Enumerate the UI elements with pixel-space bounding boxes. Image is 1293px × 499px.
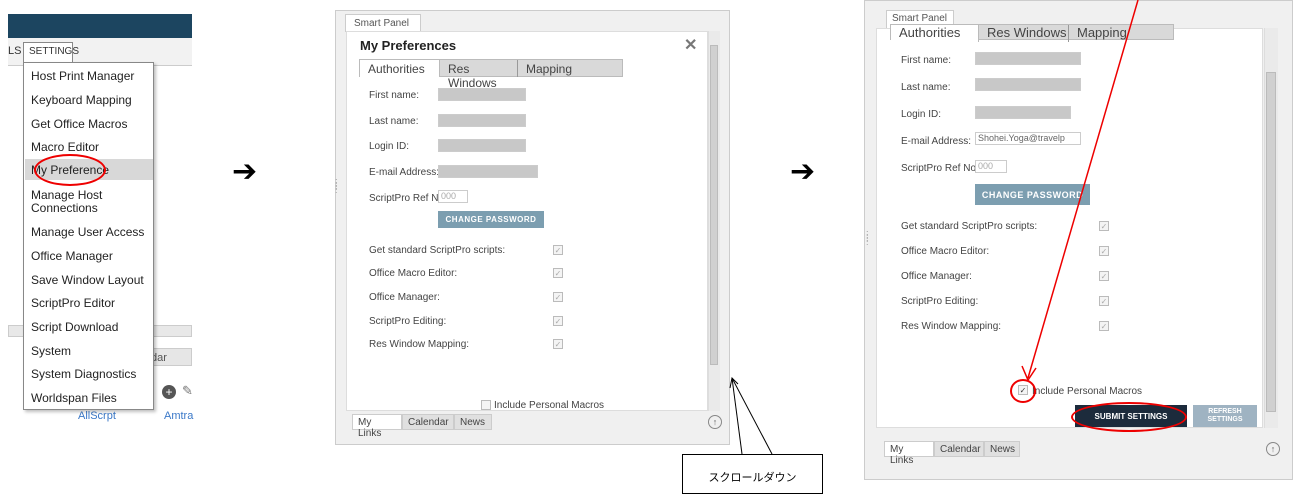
label-get-standard-scripts: Get standard ScriptPro scripts: [901, 221, 1038, 232]
scriptpro-ref-field[interactable]: 000 [438, 190, 468, 203]
scriptpro-ref-field[interactable]: 000 [975, 160, 1007, 173]
grip-handle-icon[interactable]: :::: [866, 229, 876, 272]
app-header [8, 14, 192, 38]
menu-item-manage-host-connections[interactable]: Manage Host Connections [31, 189, 102, 215]
tools-menu-fragment[interactable]: LS [8, 45, 21, 57]
change-password-button[interactable]: CHANGE PASSWORD [438, 211, 544, 228]
close-icon[interactable]: ✕ [684, 35, 697, 55]
settings-menu[interactable]: SETTINGS [23, 42, 79, 62]
checkbox-office-manager[interactable]: ✓ [553, 292, 563, 302]
label-get-standard-scripts: Get standard ScriptPro scripts: [369, 245, 506, 256]
help-icon[interactable]: ↑ [1266, 442, 1280, 456]
menu-item-host-print-manager[interactable]: Host Print Manager [31, 70, 134, 83]
checkbox-get-standard-scripts[interactable]: ✓ [553, 245, 563, 255]
grip-handle-icon[interactable]: :::: [335, 177, 345, 240]
label-email: E-mail Address: [901, 136, 972, 147]
label-scriptpro-ref: ScriptPro Ref No: [901, 163, 979, 174]
label-res-window-mapping: Res Window Mapping: [901, 321, 1002, 332]
email-field[interactable] [438, 165, 538, 178]
tab-calendar[interactable]: Calendar [934, 441, 984, 457]
label-office-macro-editor: Office Macro Editor: [901, 246, 990, 257]
checkbox-scriptpro-editing[interactable]: ✓ [553, 316, 563, 326]
label-email: E-mail Address: [369, 167, 440, 178]
refresh-settings-button[interactable]: REFRESH SETTINGS [1193, 405, 1257, 427]
tab-news[interactable]: News [454, 414, 492, 430]
label-first-name: First name: [369, 90, 420, 101]
label-office-manager: Office Manager: [901, 271, 972, 282]
scrollbar-thumb[interactable] [1266, 72, 1276, 412]
checkbox-res-window-mapping[interactable]: ✓ [553, 339, 563, 349]
label-scriptpro-editing: ScriptPro Editing: [901, 296, 979, 307]
right-arrow-icon: ➔ [790, 154, 816, 189]
tab-mapping[interactable]: Mapping [518, 60, 588, 77]
red-pointer-arrow [1021, 0, 1139, 382]
settings-dropdown: Host Print Manager Keyboard Mapping Get … [23, 62, 154, 410]
menu-item-worldspan-files[interactable]: Worldspan Files [31, 392, 117, 405]
tab-news[interactable]: News [984, 441, 1020, 457]
tab-res-windows[interactable]: Res Windows [440, 60, 518, 90]
menu-item-scriptpro-editor[interactable]: ScriptPro Editor [31, 297, 115, 310]
label-res-window-mapping: Res Window Mapping: [369, 339, 470, 350]
label-last-name: Last name: [369, 116, 419, 127]
menu-item-macro-editor[interactable]: Macro Editor [31, 141, 99, 154]
menu-item-save-window-layout[interactable]: Save Window Layout [31, 274, 144, 287]
menu-item-script-download[interactable]: Script Download [31, 321, 118, 334]
label-include-personal-macros: Include Personal Macros [494, 400, 605, 411]
pref-tabbar: Authorities Res Windows Mapping [359, 59, 623, 90]
last-name-field[interactable] [438, 114, 526, 127]
menu-item-system-diagnostics[interactable]: System Diagnostics [31, 368, 136, 381]
edit-icon[interactable]: ✎ [182, 383, 193, 399]
login-id-field[interactable] [438, 139, 526, 152]
first-name-field[interactable] [438, 88, 526, 101]
add-icon[interactable]: + [162, 385, 176, 399]
tab-authorities[interactable]: Authorities [360, 60, 440, 77]
link-allscrpt[interactable]: AllScrpt [78, 410, 116, 422]
smart-panel-tab[interactable]: Smart Panel [345, 14, 421, 32]
menu-item-system[interactable]: System [31, 345, 71, 358]
right-arrow-icon: ➔ [232, 154, 258, 189]
label-last-name: Last name: [901, 82, 951, 93]
label-office-manager: Office Manager: [369, 292, 440, 303]
checkbox-include-personal-macros[interactable] [481, 400, 491, 410]
menu-item-get-office-macros[interactable]: Get Office Macros [31, 118, 127, 131]
label-first-name: First name: [901, 55, 952, 66]
label-login-id: Login ID: [369, 141, 410, 152]
dialog-title: My Preferences [360, 38, 457, 53]
menu-item-keyboard-mapping[interactable]: Keyboard Mapping [31, 94, 132, 107]
checkbox-office-macro-editor[interactable]: ✓ [553, 268, 563, 278]
red-highlight-circle [34, 154, 106, 186]
scroll-down-callout: スクロールダウン [682, 454, 823, 494]
tab-authorities[interactable]: Authorities [891, 25, 979, 42]
menu-item-manage-user-access[interactable]: Manage User Access [31, 226, 144, 239]
label-scriptpro-ref: ScriptPro Ref No: [369, 193, 447, 204]
label-office-macro-editor: Office Macro Editor: [369, 268, 458, 279]
callout-pointer [729, 376, 773, 455]
red-highlight-circle [1071, 402, 1187, 432]
tab-calendar[interactable]: Calendar [402, 414, 454, 430]
menu-item-office-manager[interactable]: Office Manager [31, 250, 113, 263]
label-login-id: Login ID: [901, 109, 942, 120]
label-scriptpro-editing: ScriptPro Editing: [369, 316, 447, 327]
link-amtra[interactable]: Amtra [164, 410, 193, 422]
tab-my-links[interactable]: My Links [352, 414, 402, 439]
scrollbar-thumb[interactable] [710, 45, 718, 365]
tab-my-links[interactable]: My Links [884, 441, 934, 466]
